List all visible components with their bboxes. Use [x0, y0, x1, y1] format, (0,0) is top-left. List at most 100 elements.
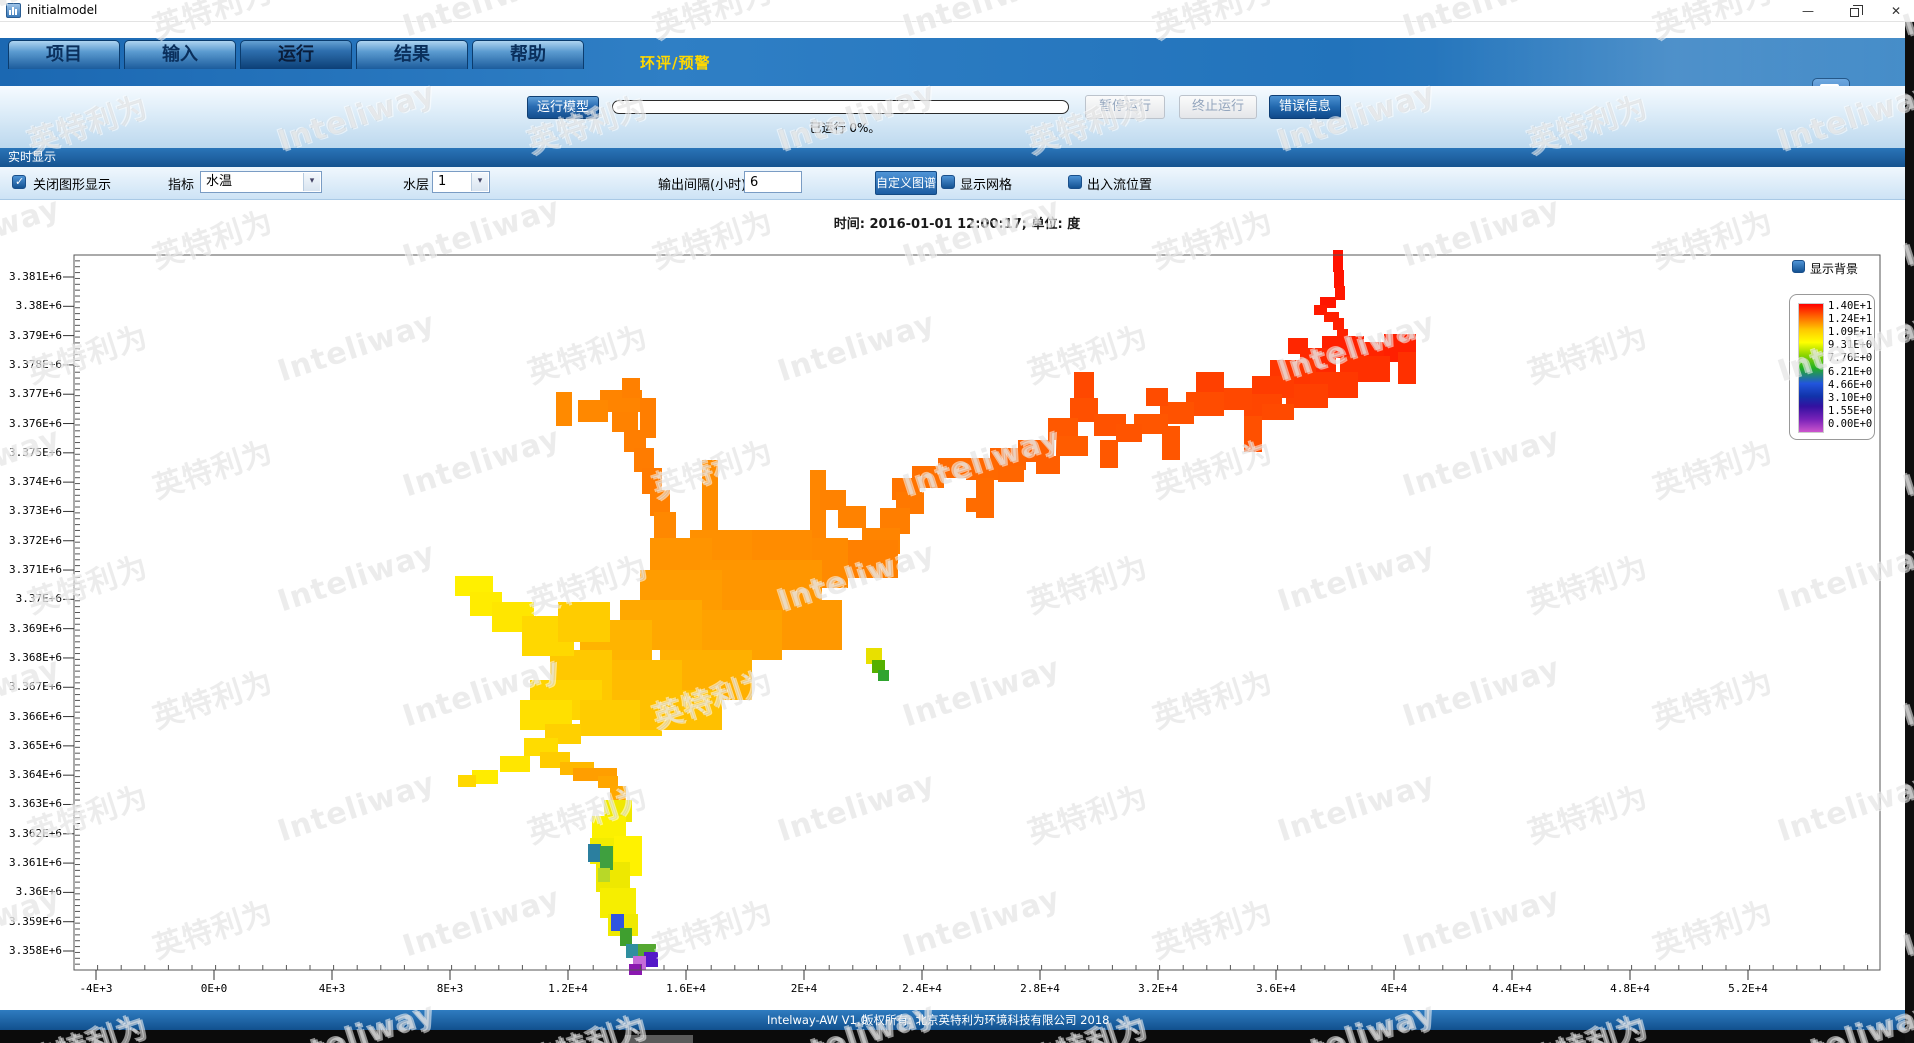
status-copyright: 版权所有: 北京英特利为环境科技有限公司 2018 [862, 1010, 1109, 1030]
x-tick-label: 1.2E+4 [533, 982, 603, 995]
run-toolbar: 运行模型 已运行 0%。 暂停运行 终止运行 错误信息 [0, 86, 1914, 148]
show-grid-checkbox[interactable] [941, 175, 955, 189]
x-tick-label: 2.4E+4 [887, 982, 957, 995]
chevron-down-icon: ▾ [471, 173, 488, 191]
chevron-down-icon: ▾ [303, 173, 320, 191]
y-tick-label: 3.361E+6 [0, 856, 62, 869]
app-logo-icon [6, 3, 21, 18]
menu-ribbon: 项目输入运行结果帮助 环评/预警 [0, 38, 1914, 86]
x-tick-label: 4.8E+4 [1595, 982, 1665, 995]
y-tick-label: 3.367E+6 [0, 680, 62, 693]
run-status-text: 已运行 0%。 [770, 119, 920, 136]
indicator-dropdown[interactable]: 水温 ▾ [200, 171, 322, 193]
y-tick-label: 3.37E+6 [0, 592, 62, 605]
error-info-button[interactable]: 错误信息 [1269, 95, 1341, 119]
legend-value-label: 1.55E+0 [1828, 405, 1874, 417]
tab-5[interactable]: 帮助 [472, 40, 584, 69]
tab-env-warning[interactable]: 环评/预警 [640, 52, 710, 73]
title-bar: initialmodel — ✕ [0, 0, 1914, 22]
inout-flow-label: 出入流位置 [1087, 174, 1152, 193]
y-tick-label: 3.359E+6 [0, 915, 62, 928]
y-tick-label: 3.372E+6 [0, 534, 62, 547]
legend-value-label: 1.24E+1 [1828, 313, 1874, 325]
realtime-section-header: 实时显示 [0, 148, 1914, 167]
restore-icon [1850, 8, 1859, 17]
tab-2[interactable]: 输入 [124, 40, 236, 69]
x-tick-label: 8E+3 [415, 982, 485, 995]
legend-value-label: 1.09E+1 [1828, 326, 1874, 338]
color-legend: 1.40E+11.24E+11.09E+19.31E+07.76E+06.21E… [1789, 294, 1875, 440]
show-background-label: 显示背景 [1810, 260, 1858, 277]
show-background-checkbox[interactable] [1792, 260, 1805, 273]
minimize-button[interactable]: — [1786, 0, 1830, 22]
close-icon: ✕ [1891, 4, 1901, 18]
legend-value-label: 4.66E+0 [1828, 379, 1874, 391]
x-tick-label: 2.8E+4 [1005, 982, 1075, 995]
legend-value-label: 1.40E+1 [1828, 300, 1874, 312]
indicator-value: 水温 [206, 174, 232, 189]
indicator-label: 指标 [168, 174, 194, 193]
progress-bar [612, 100, 1069, 114]
status-bar: Intelway-AW V1.0 版权所有: 北京英特利为环境科技有限公司 20… [0, 1010, 1914, 1030]
right-edge [1905, 22, 1914, 1043]
y-tick-label: 3.366E+6 [0, 710, 62, 723]
minimize-icon: — [1802, 4, 1814, 18]
run-model-button[interactable]: 运行模型 [527, 96, 599, 119]
y-tick-label: 3.38E+6 [0, 299, 62, 312]
layer-label: 水层 [403, 174, 429, 193]
legend-value-label: 9.31E+0 [1828, 339, 1874, 351]
y-tick-label: 3.373E+6 [0, 504, 62, 517]
tab-3[interactable]: 运行 [240, 40, 352, 69]
custom-legend-button[interactable]: 自定义图谱 [875, 171, 937, 195]
x-tick-label: -4E+3 [61, 982, 131, 995]
close-graphics-label: 关闭图形显示 [33, 174, 111, 193]
map-chart-panel: 时间: 2016-01-01 12:00:17; 单位: 度 3.381E+63… [0, 200, 1914, 1010]
x-tick-label: 4E+4 [1359, 982, 1429, 995]
realtime-controls: 关闭图形显示 指标 水温 ▾ 水层 1 ▾ 输出间隔(小时) 自定义图谱 显示网… [0, 167, 1914, 200]
application-window: initialmodel — ✕ 项目输入运行结果帮助 环评/预警 运行模型 已… [0, 0, 1914, 1043]
y-tick-label: 3.362E+6 [0, 827, 62, 840]
legend-value-label: 7.76E+0 [1828, 352, 1874, 364]
x-tick-label: 3.2E+4 [1123, 982, 1193, 995]
x-tick-label: 5.2E+4 [1713, 982, 1783, 995]
y-tick-label: 3.36E+6 [0, 885, 62, 898]
status-version: Intelway-AW V1.0 [767, 1010, 868, 1030]
pause-run-button[interactable]: 暂停运行 [1085, 95, 1165, 119]
x-tick-label: 1.6E+4 [651, 982, 721, 995]
inout-flow-checkbox[interactable] [1068, 175, 1082, 189]
bottom-notch [625, 1035, 693, 1043]
y-tick-label: 3.374E+6 [0, 475, 62, 488]
layer-value: 1 [438, 174, 446, 189]
restore-button[interactable] [1832, 0, 1876, 22]
y-tick-label: 3.381E+6 [0, 270, 62, 283]
legend-color-bar [1798, 303, 1824, 433]
close-graphics-checkbox[interactable] [12, 175, 26, 189]
y-tick-label: 3.368E+6 [0, 651, 62, 664]
legend-value-label: 3.10E+0 [1828, 392, 1874, 404]
interval-input[interactable] [744, 171, 802, 193]
y-tick-label: 3.358E+6 [0, 944, 62, 957]
show-grid-label: 显示网格 [960, 174, 1012, 193]
y-tick-label: 3.376E+6 [0, 417, 62, 430]
x-tick-label: 4E+3 [297, 982, 367, 995]
y-tick-label: 3.363E+6 [0, 797, 62, 810]
close-button[interactable]: ✕ [1878, 0, 1914, 22]
y-tick-label: 3.379E+6 [0, 329, 62, 342]
menu-strip [0, 22, 1914, 38]
y-tick-label: 3.378E+6 [0, 358, 62, 371]
layer-dropdown[interactable]: 1 ▾ [432, 171, 490, 193]
bottom-edge [0, 1030, 1914, 1043]
x-tick-label: 2E+4 [769, 982, 839, 995]
x-tick-label: 4.4E+4 [1477, 982, 1547, 995]
y-tick-label: 3.377E+6 [0, 387, 62, 400]
y-tick-label: 3.365E+6 [0, 739, 62, 752]
heatmap-plot [0, 200, 1914, 1010]
interval-label: 输出间隔(小时) [658, 174, 746, 193]
tab-1[interactable]: 项目 [8, 40, 120, 69]
window-title: initialmodel [27, 3, 97, 17]
y-tick-label: 3.364E+6 [0, 768, 62, 781]
x-tick-label: 3.6E+4 [1241, 982, 1311, 995]
tab-4[interactable]: 结果 [356, 40, 468, 69]
stop-run-button[interactable]: 终止运行 [1179, 95, 1257, 119]
y-tick-label: 3.375E+6 [0, 446, 62, 459]
